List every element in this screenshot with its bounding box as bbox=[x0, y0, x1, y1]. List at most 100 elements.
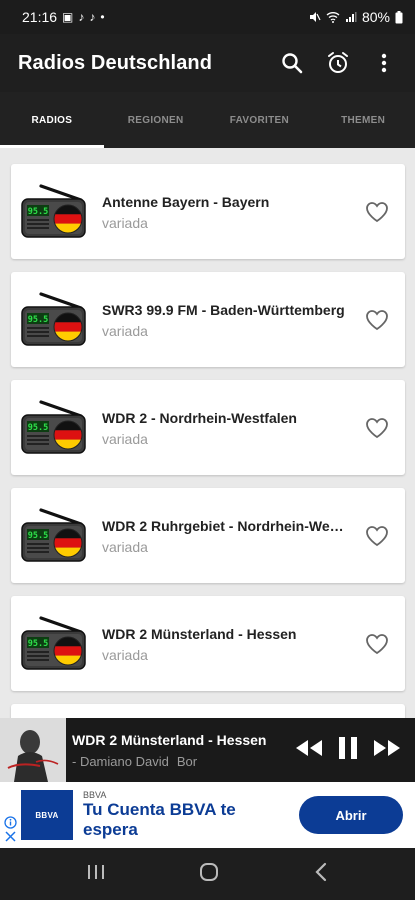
station-name: Antenne Bayern - Bayern bbox=[102, 194, 270, 210]
more-vert-icon bbox=[381, 53, 387, 73]
mute-icon bbox=[309, 12, 321, 22]
radio-display-text: 95.5 bbox=[28, 639, 48, 649]
radio-display-text: 95.5 bbox=[28, 531, 48, 541]
app-title: Radios Deutschland bbox=[18, 51, 213, 74]
player-title: WDR 2 Münsterland - Hessen bbox=[72, 731, 267, 748]
ad-brand: BBVA bbox=[83, 790, 107, 800]
mini-player[interactable]: WDR 2 Münsterland - Hessen - Damiano Dav… bbox=[0, 718, 415, 782]
station-info: WDR 2 Münsterland - Hessen variada bbox=[102, 624, 349, 663]
station-genre: variada bbox=[102, 431, 148, 447]
player-artist: - Damiano David bbox=[72, 753, 169, 769]
back-button[interactable] bbox=[314, 862, 328, 887]
status-bar: 21:16 ▣ ♪ ♪ • 80% bbox=[0, 0, 415, 34]
rewind-icon bbox=[296, 739, 322, 756]
heart-outline-icon bbox=[366, 417, 388, 438]
battery-icon bbox=[395, 10, 403, 23]
ad-logo[interactable]: BBVA bbox=[21, 790, 73, 840]
ad-logo-text: BBVA bbox=[35, 810, 59, 820]
favorite-button[interactable] bbox=[349, 201, 405, 223]
radio-germany-icon: 95.5 bbox=[21, 400, 86, 454]
tab-themen[interactable]: THEMEN bbox=[311, 92, 415, 148]
heart-outline-icon bbox=[366, 201, 388, 222]
rewind-button[interactable] bbox=[295, 739, 323, 762]
tab-radios[interactable]: RADIOS bbox=[0, 92, 104, 148]
player-info: WDR 2 Münsterland - Hessen - Damiano Dav… bbox=[66, 732, 287, 769]
radio-display-text: 95.5 bbox=[28, 315, 48, 325]
alarm-clock-icon bbox=[328, 52, 348, 73]
back-icon bbox=[315, 862, 326, 881]
radio-germany-icon: 95.5 bbox=[21, 508, 86, 562]
pause-button[interactable] bbox=[337, 736, 359, 765]
favorite-button[interactable] bbox=[349, 417, 405, 439]
tab-bar: RADIOS REGIONEN FAVORITEN THEMEN bbox=[0, 92, 415, 148]
ad-text[interactable]: BBVA Tu Cuenta BBVA te espera bbox=[73, 790, 299, 840]
player-artist-extra: Bor bbox=[176, 753, 198, 769]
album-art-image bbox=[0, 718, 66, 782]
station-name: SWR3 99.9 FM - Baden-Württemberg bbox=[102, 302, 345, 318]
favorite-button[interactable] bbox=[349, 525, 405, 547]
station-name: WDR 2 - Nordrhein-Westfalen bbox=[102, 410, 297, 426]
status-left: 21:16 ▣ ♪ ♪ • bbox=[22, 9, 105, 25]
wifi-icon bbox=[326, 12, 340, 23]
station-genre: variada bbox=[102, 323, 148, 339]
heart-outline-icon bbox=[366, 309, 388, 330]
tab-favoriten[interactable]: FAVORITEN bbox=[208, 92, 312, 148]
recents-button[interactable] bbox=[87, 863, 105, 886]
station-info: WDR 2 - Nordrhein-Westfalen variada bbox=[102, 408, 349, 447]
alarm-button[interactable] bbox=[325, 50, 351, 76]
station-card[interactable]: 95.5 WDR 2 Münsterland - Hessen variada bbox=[11, 596, 405, 691]
app-bar: Radios Deutschland bbox=[0, 34, 415, 92]
radio-germany-icon: 95.5 bbox=[21, 184, 86, 238]
station-card[interactable]: 95.5 WDR 2 Ruhrgebiet - Nordrhein-Westfa… bbox=[11, 488, 405, 583]
tiktok-icon: ♪ bbox=[78, 10, 85, 24]
player-artist-row: - Damiano David Bor bbox=[72, 754, 287, 769]
home-icon bbox=[200, 862, 219, 881]
station-info: WDR 2 Ruhrgebiet - Nordrhein-Westfalen v… bbox=[102, 516, 349, 555]
radio-display-text: 95.5 bbox=[28, 207, 48, 217]
station-genre: variada bbox=[102, 647, 148, 663]
heart-outline-icon bbox=[366, 525, 388, 546]
tiktok-icon-2: ♪ bbox=[89, 10, 96, 24]
tab-regionen[interactable]: REGIONEN bbox=[104, 92, 208, 148]
station-genre: variada bbox=[102, 539, 148, 555]
radio-germany-icon: 95.5 bbox=[21, 292, 86, 346]
fast-forward-button[interactable] bbox=[373, 739, 401, 762]
status-time: 21:16 bbox=[22, 9, 58, 25]
ad-open-button[interactable]: Abrir bbox=[299, 796, 403, 834]
station-info: Antenne Bayern - Bayern variada bbox=[102, 192, 349, 231]
signal-icon bbox=[345, 12, 357, 22]
station-info: SWR3 99.9 FM - Baden-Württemberg variada bbox=[102, 300, 349, 339]
app-bar-actions bbox=[279, 50, 397, 76]
overflow-menu-button[interactable] bbox=[371, 50, 397, 76]
station-card[interactable]: 95.5 Antenne Bayern - Bayern variada bbox=[11, 164, 405, 259]
ad-headline-line2: espera bbox=[83, 820, 138, 839]
notification-dot-icon: • bbox=[100, 10, 105, 24]
radio-germany-icon: 95.5 bbox=[21, 616, 86, 670]
station-genre: variada bbox=[102, 215, 148, 231]
close-icon bbox=[4, 831, 16, 842]
status-right: 80% bbox=[309, 9, 403, 25]
radio-display-text: 95.5 bbox=[28, 423, 48, 433]
favorite-button[interactable] bbox=[349, 309, 405, 331]
battery-percent: 80% bbox=[361, 9, 390, 25]
search-button[interactable] bbox=[279, 50, 305, 76]
album-art[interactable] bbox=[0, 718, 66, 782]
heart-outline-icon bbox=[366, 633, 388, 654]
search-icon bbox=[282, 53, 303, 74]
info-icon bbox=[3, 816, 17, 829]
fast-forward-icon bbox=[374, 739, 400, 756]
gallery-icon: ▣ bbox=[62, 10, 74, 24]
station-card[interactable]: 95.5 SWR3 99.9 FM - Baden-Württemberg va… bbox=[11, 272, 405, 367]
pause-icon bbox=[339, 736, 357, 759]
ad-choices[interactable] bbox=[2, 816, 18, 846]
recents-icon bbox=[88, 864, 105, 879]
ad-headline-line1: Tu Cuenta BBVA te bbox=[83, 800, 236, 819]
station-list[interactable]: 95.5 Antenne Bayern - Bayern variada 95.… bbox=[0, 148, 415, 718]
station-card[interactable]: 95.5 WDR 2 - Nordrhein-Westfalen variada bbox=[11, 380, 405, 475]
favorite-button[interactable] bbox=[349, 633, 405, 655]
station-name: WDR 2 Ruhrgebiet - Nordrhein-Westfalen bbox=[102, 518, 349, 534]
station-name: WDR 2 Münsterland - Hessen bbox=[102, 626, 297, 642]
station-card-partial[interactable] bbox=[11, 704, 405, 718]
home-button[interactable] bbox=[199, 862, 219, 887]
ad-banner[interactable]: BBVA BBVA Tu Cuenta BBVA te espera Abrir bbox=[0, 782, 415, 848]
